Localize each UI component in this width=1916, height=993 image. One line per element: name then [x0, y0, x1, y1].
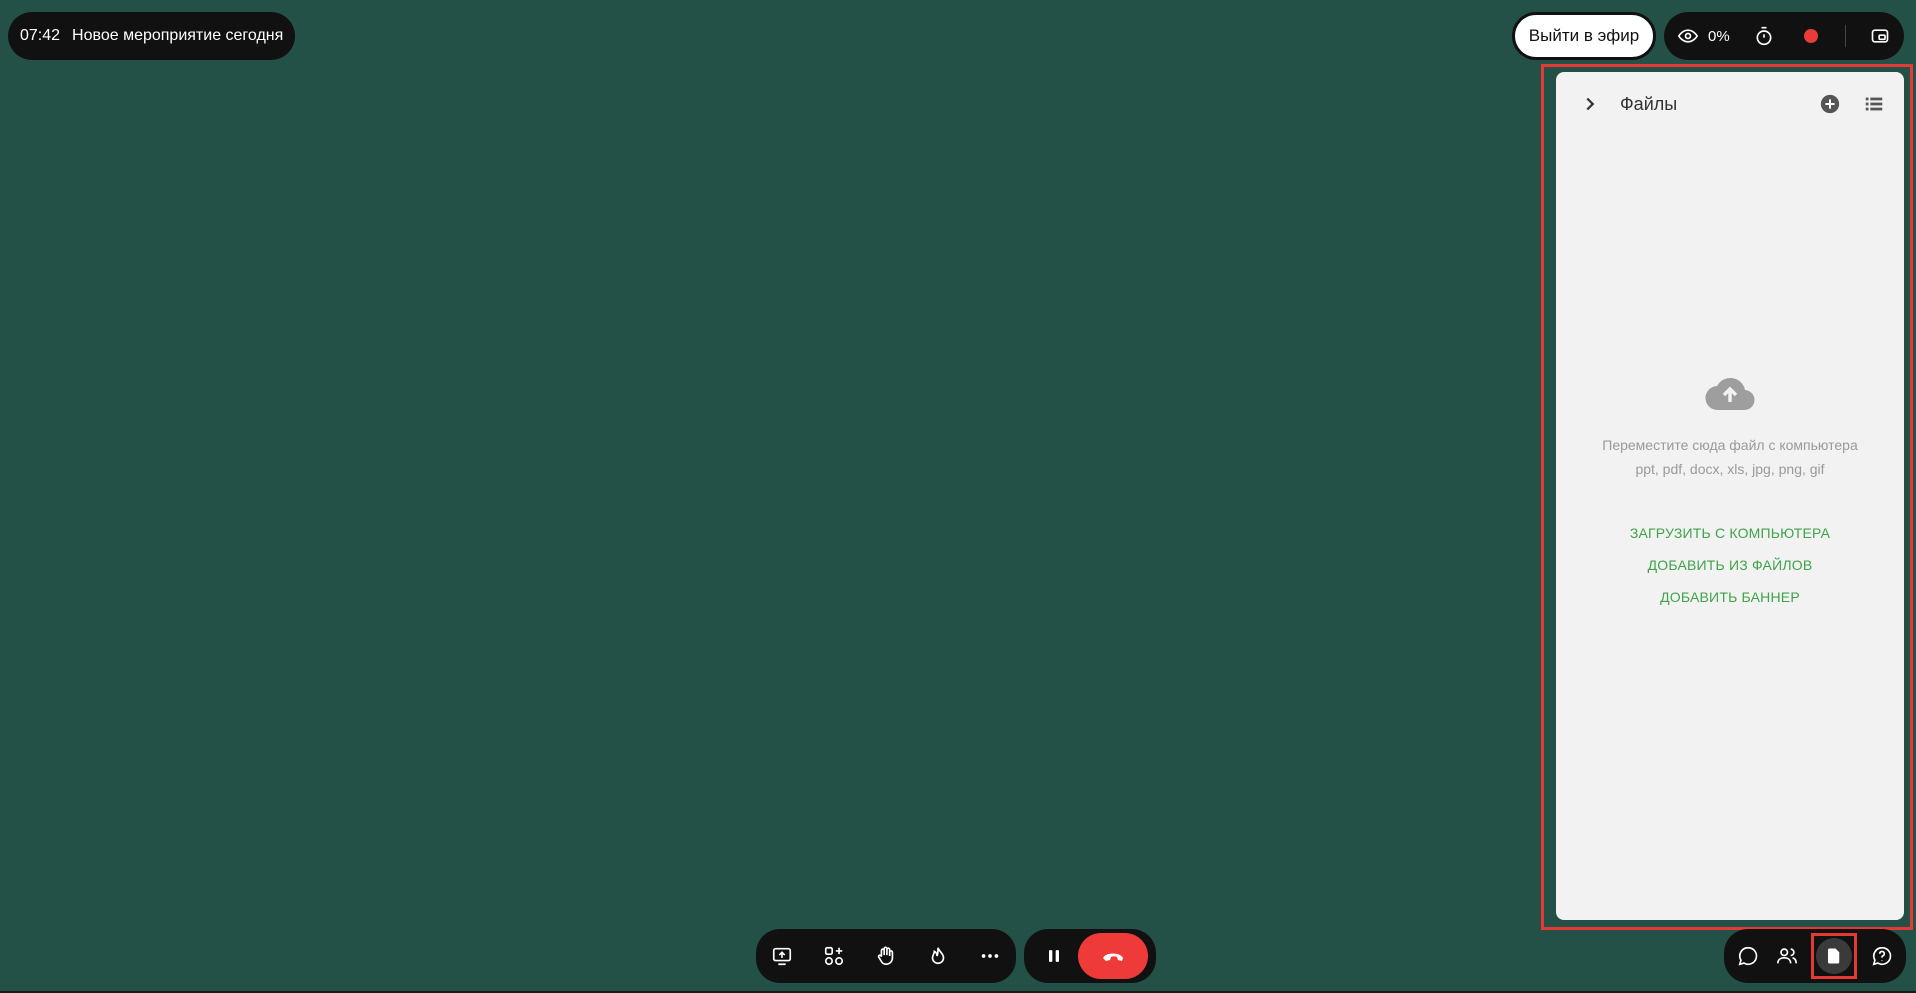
chat-icon[interactable] — [1734, 942, 1762, 970]
event-title: Новое мероприятие сегодня — [72, 27, 284, 44]
add-circle-icon[interactable] — [1816, 90, 1844, 118]
help-icon[interactable] — [1868, 942, 1896, 970]
files-button-highlight[interactable] — [1811, 933, 1858, 979]
timer-icon[interactable] — [1750, 22, 1778, 50]
eye-icon[interactable] — [1674, 22, 1702, 50]
meeting-toolbar — [756, 929, 1016, 983]
file-actions: ЗАГРУЗИТЬ С КОМПЬЮТЕРА ДОБАВИТЬ ИЗ ФАЙЛО… — [1630, 525, 1830, 605]
dropzone-hint: Переместите сюда файл с компьютера ppt, … — [1602, 433, 1857, 481]
chevron-right-icon[interactable] — [1576, 90, 1604, 118]
files-icon[interactable] — [1816, 938, 1853, 974]
add-from-files-link[interactable]: ДОБАВИТЬ ИЗ ФАЙЛОВ — [1648, 557, 1813, 573]
cloud-upload-icon — [1704, 372, 1756, 417]
reaction-icon[interactable] — [924, 942, 952, 970]
divider — [1845, 25, 1847, 47]
screen-share-icon[interactable] — [768, 942, 796, 970]
side-toolbar — [1724, 929, 1906, 983]
files-panel: Файлы Переместите сюда файл с компьютера… — [1556, 72, 1904, 920]
files-panel-header: Файлы — [1556, 72, 1904, 136]
viewers-percent: 0% — [1708, 27, 1730, 45]
list-view-icon[interactable] — [1860, 90, 1888, 118]
dropzone[interactable]: Переместите сюда файл с компьютера ppt, … — [1556, 372, 1904, 605]
hint-line-2: ppt, pdf, docx, xls, jpg, png, gif — [1635, 461, 1825, 477]
record-dot — [1804, 29, 1819, 43]
apps-add-icon[interactable] — [820, 942, 848, 970]
hangup-button[interactable] — [1078, 933, 1148, 979]
pause-icon[interactable] — [1040, 942, 1068, 970]
go-live-button[interactable]: Выйти в эфир — [1512, 12, 1656, 60]
event-info: 07:42 Новое мероприятие сегодня — [8, 12, 296, 60]
event-time: 07:42 — [20, 27, 61, 44]
upload-from-computer-link[interactable]: ЗАГРУЗИТЬ С КОМПЬЮТЕРА — [1630, 525, 1830, 541]
record-icon[interactable] — [1797, 22, 1825, 50]
call-controls — [1024, 929, 1156, 983]
status-bar: 0% — [1664, 12, 1904, 60]
hint-line-1: Переместите сюда файл с компьютера — [1602, 437, 1858, 453]
add-banner-link[interactable]: ДОБАВИТЬ БАННЕР — [1660, 589, 1800, 605]
picture-in-picture-icon[interactable] — [1866, 22, 1894, 50]
participants-icon[interactable] — [1773, 942, 1801, 970]
raise-hand-icon[interactable] — [872, 942, 900, 970]
hangup-icon — [1103, 953, 1123, 961]
files-panel-title: Файлы — [1620, 93, 1678, 114]
more-icon[interactable] — [976, 942, 1004, 970]
